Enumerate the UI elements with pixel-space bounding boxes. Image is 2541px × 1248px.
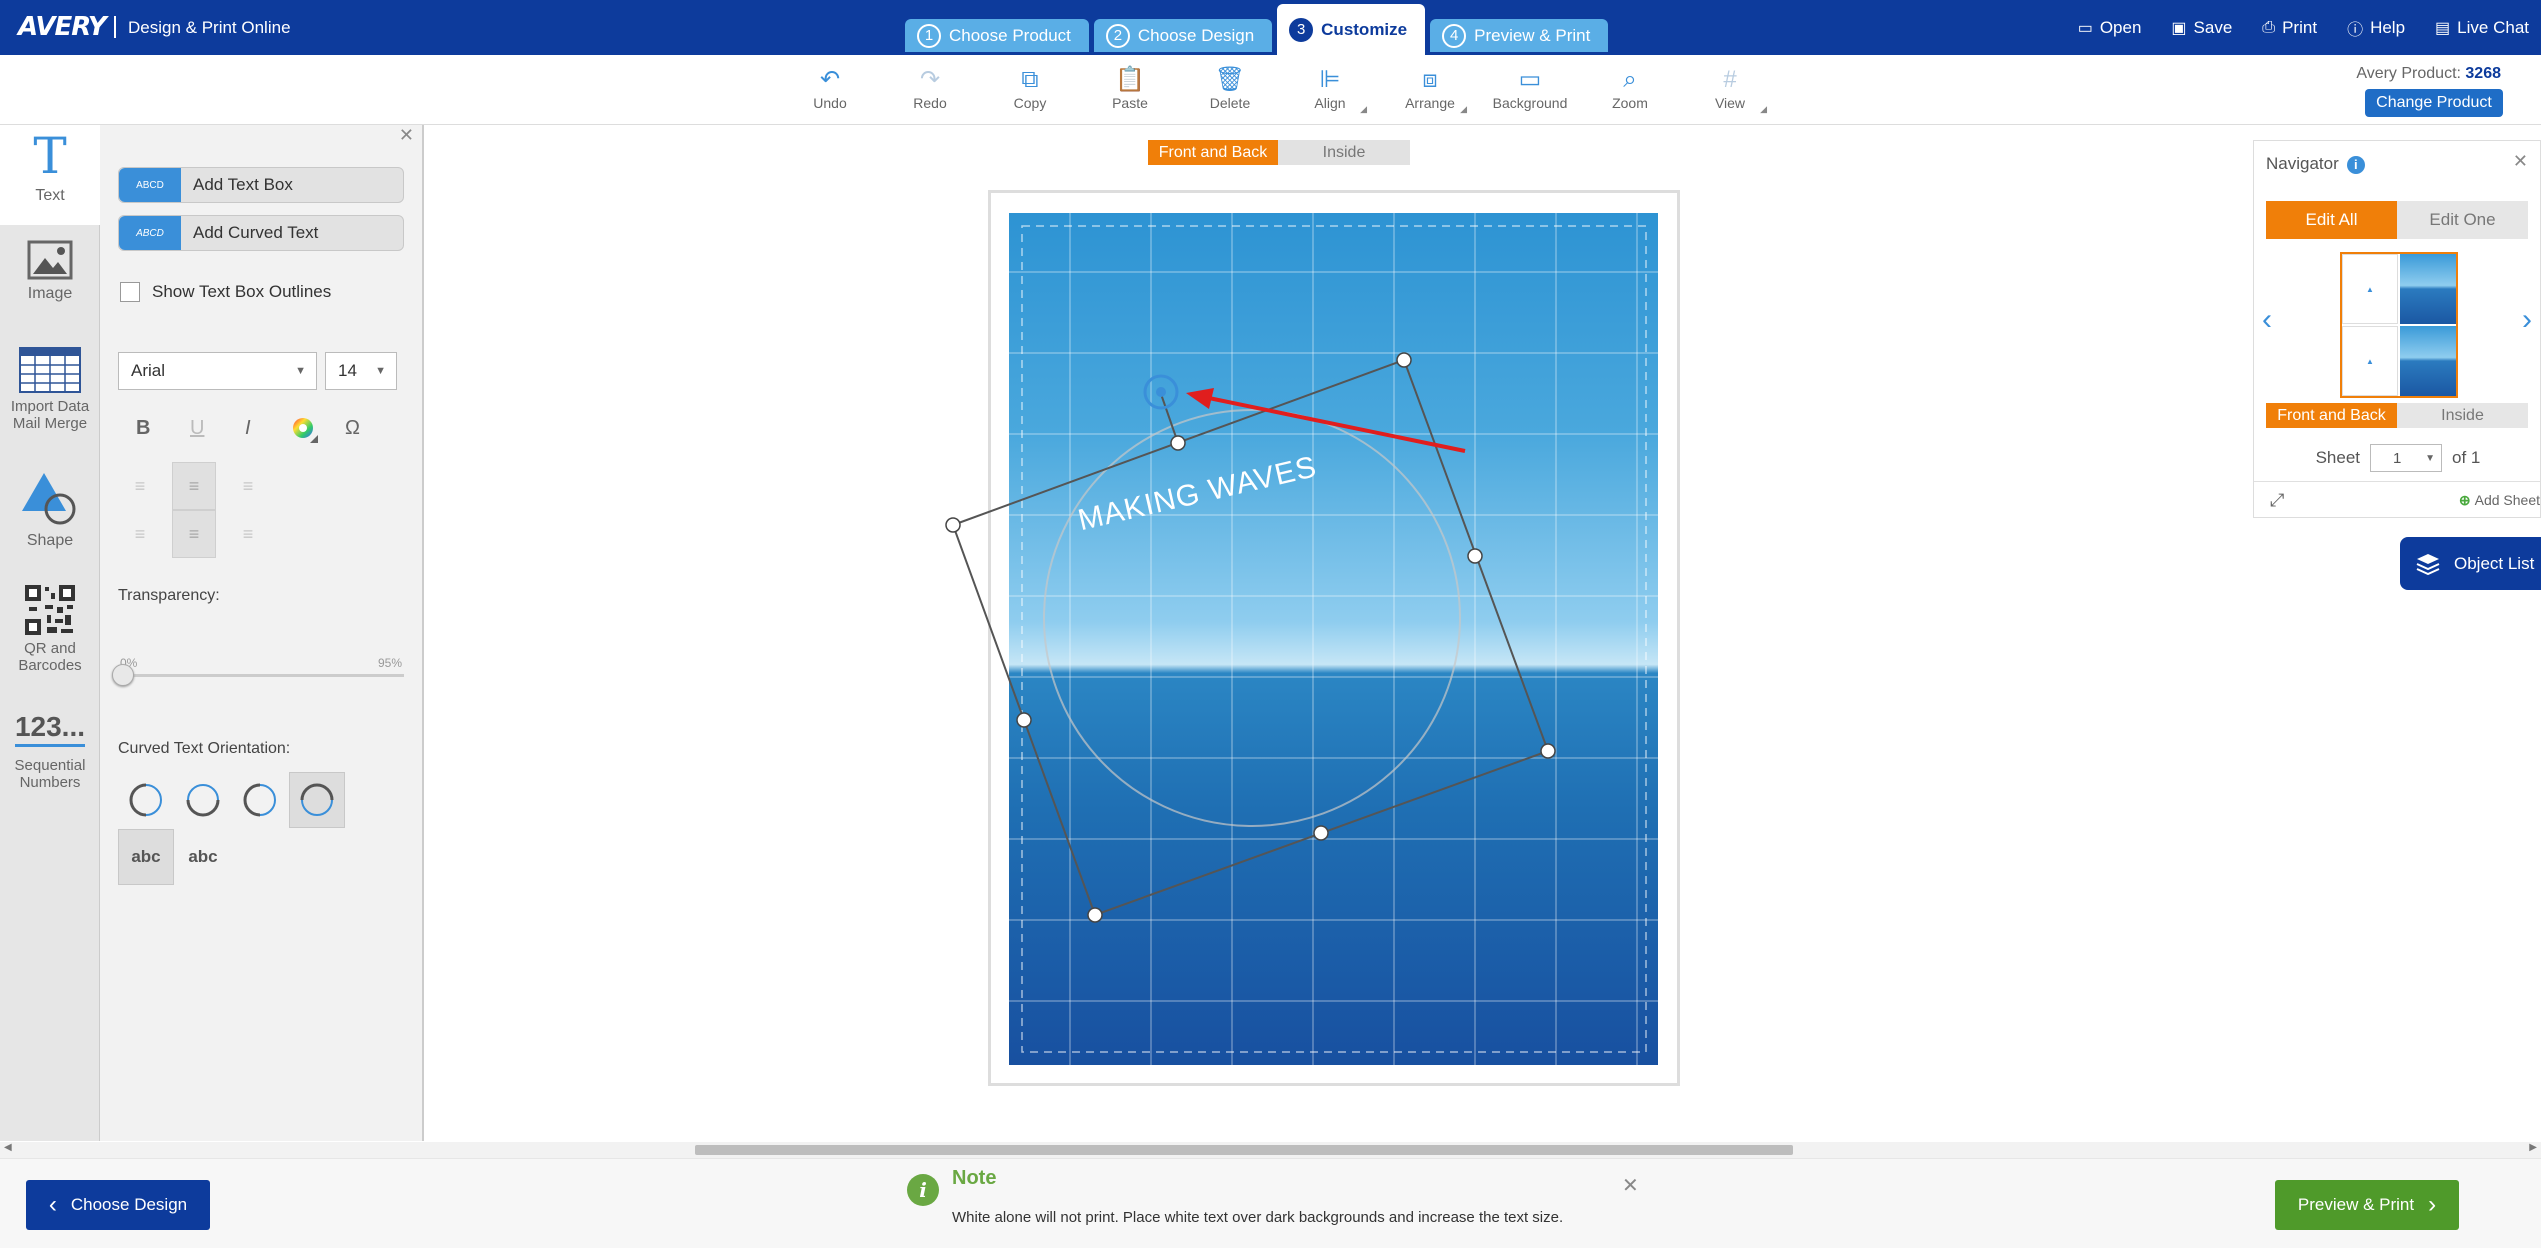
- thumb-inside-left: ▲: [2342, 254, 2398, 324]
- add-sheet-button[interactable]: ⊕ Add Sheet: [2459, 492, 2540, 509]
- navigator-title: Navigator i: [2266, 154, 2365, 174]
- sheet-selector-row: Sheet 1 ▼ of 1: [2266, 444, 2530, 472]
- choose-design-button[interactable]: ‹ Choose Design: [26, 1180, 210, 1230]
- sheet-total: of 1: [2452, 448, 2481, 467]
- footer: ‹ Choose Design i Note White alone will n…: [0, 1158, 2541, 1248]
- thumb-inside-left-2: ▲: [2342, 326, 2398, 396]
- close-icon[interactable]: ✕: [2513, 151, 2528, 172]
- navigator-face-tabs: Front and Back Inside: [2266, 403, 2528, 428]
- info-icon: i: [907, 1174, 939, 1206]
- chevron-down-icon: ▼: [2425, 452, 2436, 464]
- sheet-thumbnail[interactable]: ▲ ▲: [2340, 252, 2458, 398]
- note-text: White alone will not print. Place white …: [952, 1209, 1564, 1226]
- add-sheet-icon: ⊕: [2458, 492, 2471, 508]
- thumb-front: [2400, 254, 2456, 324]
- nav-tab-front-and-back[interactable]: Front and Back: [2266, 403, 2397, 428]
- add-sheet-label: Add Sheet: [2474, 492, 2540, 508]
- scrollbar-thumb[interactable]: [695, 1145, 1793, 1155]
- canvas-overlay: [945, 193, 1677, 1083]
- tab-edit-one[interactable]: Edit One: [2397, 201, 2528, 239]
- chevron-left-icon: ‹: [48, 1191, 57, 1218]
- thumb-back: [2400, 326, 2456, 396]
- chevron-right-icon[interactable]: ›: [2522, 303, 2532, 337]
- chevron-right-icon: ›: [2428, 1191, 2437, 1218]
- layers-icon: [2416, 553, 2440, 575]
- tab-edit-all[interactable]: Edit All: [2266, 201, 2397, 239]
- nav-tab-inside[interactable]: Inside: [2397, 403, 2528, 428]
- info-icon[interactable]: i: [2346, 155, 2365, 174]
- object-list-button[interactable]: Object List: [2400, 537, 2541, 590]
- chevron-left-icon[interactable]: ‹: [2262, 303, 2272, 337]
- preview-print-label: Preview & Print: [2297, 1195, 2415, 1214]
- app: AVERY Design & Print Online 1 Choose Prod…: [0, 0, 2541, 1248]
- object-list-label: Object List: [2454, 553, 2535, 573]
- navigator-title-text: Navigator: [2266, 154, 2339, 173]
- edit-mode-tabs: Edit All Edit One: [2266, 201, 2528, 239]
- navigator-footer: ⤢ ⊕ Add Sheet: [2254, 481, 2540, 518]
- sheet-label: Sheet: [2315, 448, 2361, 467]
- horizontal-scrollbar[interactable]: ◀ ▶: [0, 1142, 2541, 1158]
- choose-design-label: Choose Design: [70, 1195, 188, 1214]
- expand-icon[interactable]: ⤢: [2270, 490, 2284, 511]
- close-icon[interactable]: ✕: [1622, 1173, 1639, 1198]
- navigator-panel: Navigator i ✕ Edit All Edit One ‹ ▲ ▲ › F…: [2253, 140, 2541, 518]
- preview-print-button[interactable]: Preview & Print ›: [2275, 1180, 2459, 1230]
- scroll-right-icon[interactable]: ▶: [2529, 1142, 2537, 1153]
- sheet-value: 1: [2393, 449, 2402, 467]
- scroll-left-icon[interactable]: ◀: [4, 1142, 12, 1153]
- sheet-select[interactable]: 1 ▼: [2370, 444, 2443, 472]
- note-title: Note: [952, 1167, 997, 1189]
